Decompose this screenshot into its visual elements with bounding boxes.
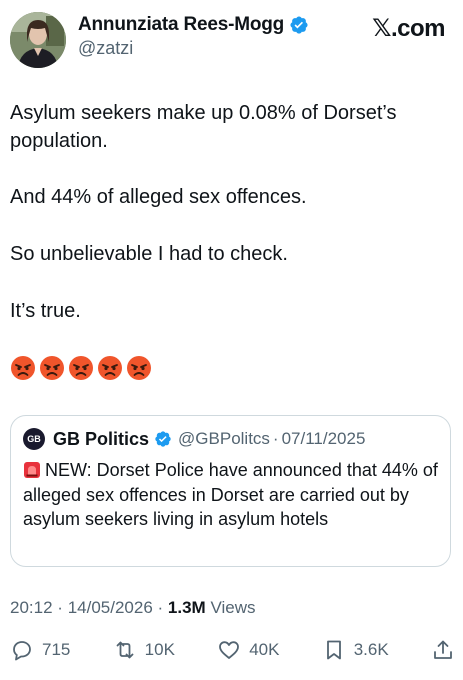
user-handle[interactable]: @zatzi <box>78 38 133 59</box>
angry-face-icon <box>69 356 93 380</box>
meta-separator: · <box>57 598 63 617</box>
quoted-display-name[interactable]: GB Politics <box>53 429 149 450</box>
siren-icon <box>24 462 40 478</box>
quoted-separator: · <box>272 429 279 448</box>
meta-separator: · <box>157 598 164 617</box>
emoji-row <box>10 355 152 381</box>
angry-face-icon <box>98 356 122 380</box>
tweet-header: Annunziata Rees-Mogg @zatzi 𝕏.com <box>0 0 463 80</box>
tweet-paragraph-2: And 44% of alleged sex offences. <box>10 186 307 208</box>
angry-face-icon <box>11 356 35 380</box>
bookmark-count: 3.6K <box>353 640 389 659</box>
quoted-date: 07/11/2025 <box>281 429 366 448</box>
repost-icon <box>116 641 134 659</box>
x-com-logo: 𝕏.com <box>372 15 445 42</box>
repost-button[interactable]: 10K <box>113 638 175 662</box>
verified-badge-icon <box>290 16 308 34</box>
quoted-tweet-header: GB GB Politics @GBPolitcs · 07/11/2025 <box>23 428 365 450</box>
tweet-date[interactable]: 14/05/2026 <box>68 598 153 617</box>
angry-face-icon <box>127 356 151 380</box>
quoted-handle[interactable]: @GBPolitcs <box>178 429 270 449</box>
quoted-text-body: NEW: Dorset Police have announced that 4… <box>23 460 438 529</box>
share-icon <box>434 640 452 659</box>
bookmark-button[interactable]: 3.6K <box>322 638 389 662</box>
quoted-tweet-card[interactable]: GB GB Politics @GBPolitcs · 07/11/2025 N… <box>10 415 451 567</box>
display-name-text[interactable]: Annunziata Rees-Mogg <box>78 14 284 36</box>
tweet-paragraph-4: It’s true. <box>10 300 81 322</box>
tweet-paragraph-1: Asylum seekers make up 0.08% of Dorset’s… <box>10 102 397 152</box>
tweet-time[interactable]: 20:12 <box>10 598 53 617</box>
tweet-paragraph-3: So unbelievable I had to check. <box>10 243 288 265</box>
quoted-avatar[interactable]: GB <box>23 428 45 450</box>
like-count: 40K <box>249 640 280 659</box>
views-count: 1.3M <box>167 598 206 617</box>
avatar[interactable] <box>10 12 66 68</box>
like-button[interactable]: 40K <box>217 638 279 662</box>
display-name[interactable]: Annunziata Rees-Mogg <box>78 14 309 36</box>
heart-icon <box>219 641 240 659</box>
reply-button[interactable]: 715 <box>10 638 70 662</box>
reply-icon <box>13 641 31 661</box>
tweet-meta: 20:12 · 14/05/2026 · 1.3M Views <box>10 598 256 618</box>
quoted-tweet-text: NEW: Dorset Police have announced that 4… <box>23 458 438 532</box>
repost-count: 10K <box>144 640 175 659</box>
share-button[interactable] <box>431 638 455 662</box>
verified-badge-icon <box>155 431 171 447</box>
views-label: Views <box>210 598 256 617</box>
action-bar: 715 10K 40K 3.6K <box>10 636 455 664</box>
bookmark-icon <box>326 640 341 660</box>
reply-count: 715 <box>42 640 71 659</box>
angry-face-icon <box>40 356 64 380</box>
